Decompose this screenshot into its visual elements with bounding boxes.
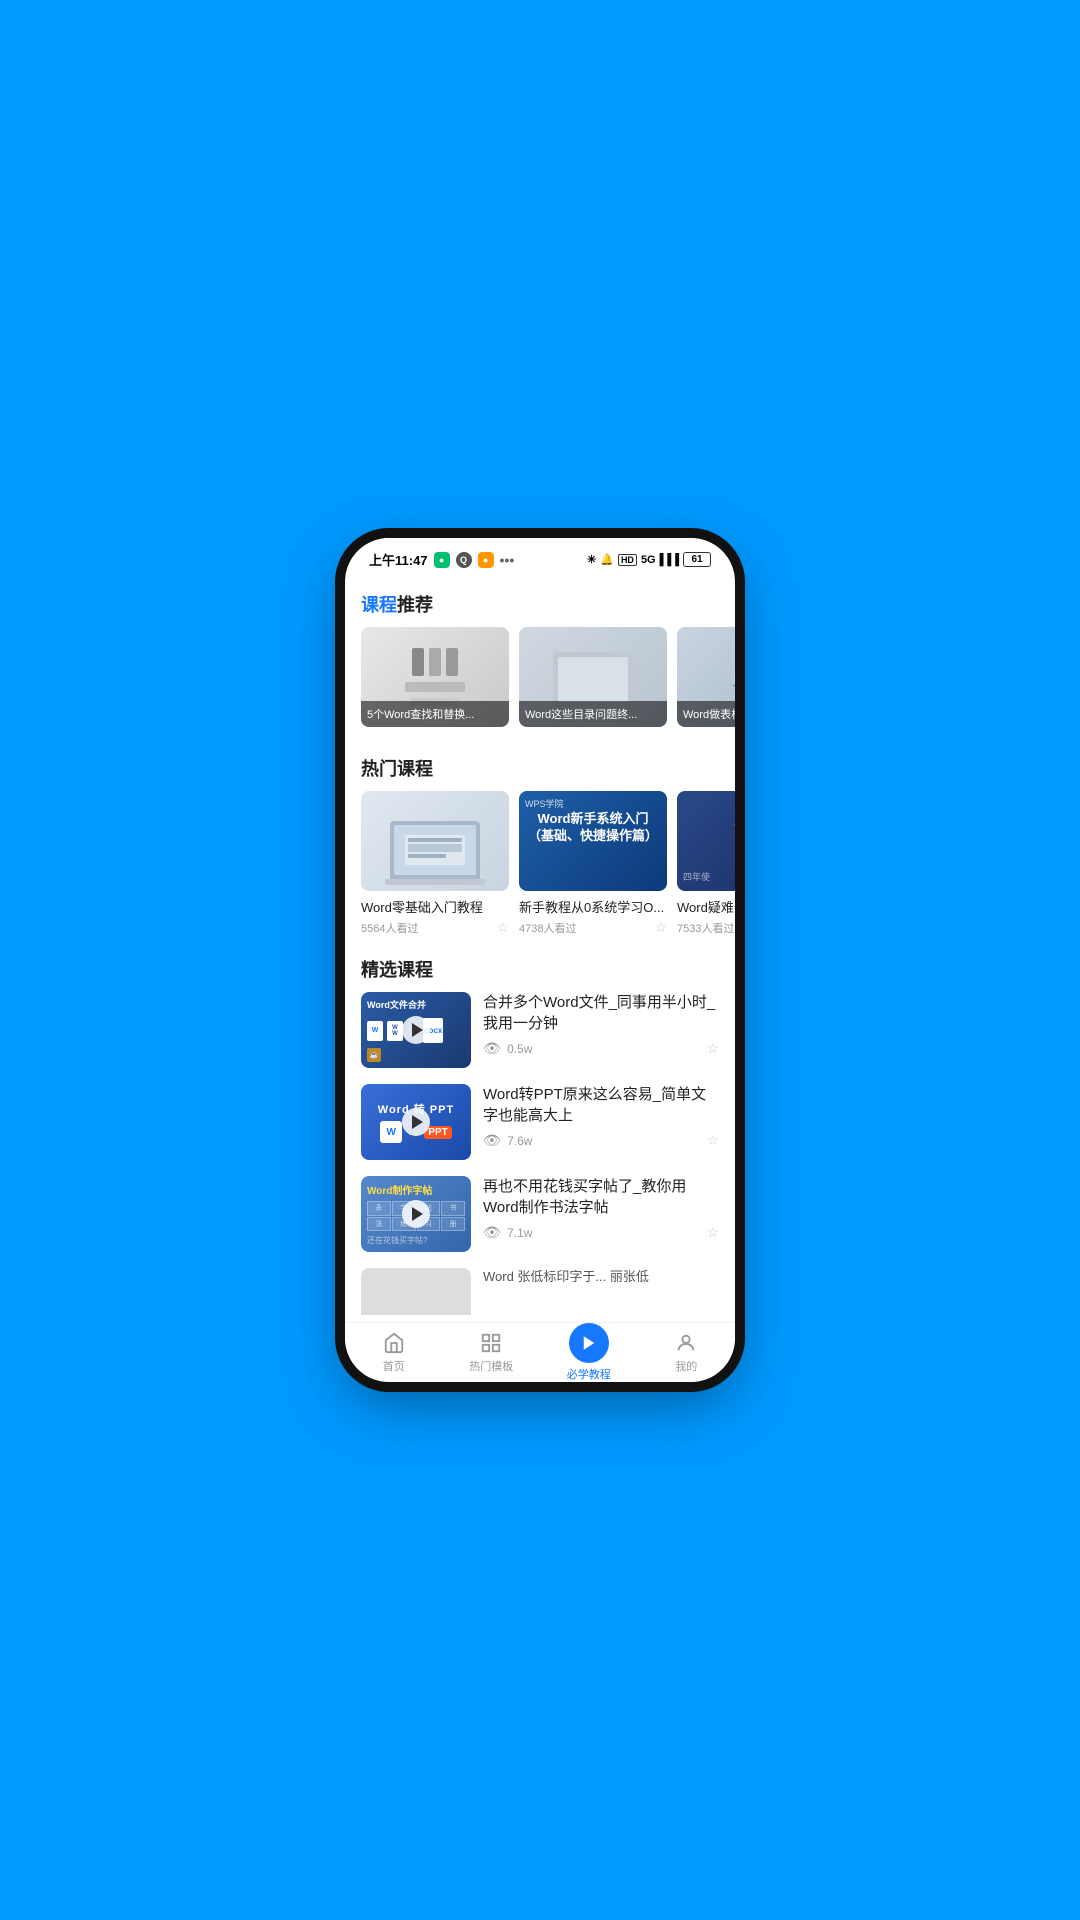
app-icon-green: ● <box>434 552 450 568</box>
hot-courses-header: 热门课程 <box>345 739 735 791</box>
app-icon-orange: ● <box>478 552 494 568</box>
scroll-area[interactable]: 课程推荐 5个Word查找和替换... <box>345 575 735 1315</box>
nav-profile[interactable]: 我的 <box>638 1331 736 1374</box>
selected-item-1-title: 合并多个Word文件_同事用半小时_我用一分钟 <box>483 992 719 1034</box>
rec-card-1[interactable]: 5个Word查找和替换... <box>361 627 509 727</box>
view-icon-3: 👁 <box>483 1224 501 1240</box>
profile-icon <box>674 1331 698 1355</box>
selected-header: 精选课程 <box>345 940 735 992</box>
phone-shell: 上午11:47 ● Q ● ••• ✳ 🔔 HD 5G▐▐▐ 61 课程推荐 <box>345 538 735 1382</box>
merge-thumb-title: Word文件合并 <box>367 998 465 1011</box>
hot-card-3-title: Word疑难杂... <box>677 897 735 916</box>
selected-item-3[interactable]: Word制作字帖 永 字 帖 书 法 练 习 册 还在花钱买字帖? <box>361 1176 719 1252</box>
status-bar: 上午11:47 ● Q ● ••• ✳ 🔔 HD 5G▐▐▐ 61 <box>345 538 735 575</box>
home-icon <box>382 1331 406 1355</box>
signal-icon: 5G▐▐▐ <box>641 554 679 566</box>
word-sub-label: 四年使 <box>683 870 710 883</box>
cal-subtitle: 还在花钱买字帖? <box>367 1235 465 1246</box>
recommended-header: 课程推荐 <box>345 575 735 627</box>
template-icon <box>479 1331 503 1355</box>
nav-home[interactable]: 首页 <box>345 1331 443 1374</box>
selected-item-2[interactable]: Word 转 PPT W → PPT Word转PPT原来这么容易_简单文字也能… <box>361 1084 719 1160</box>
rec-card-3[interactable]: ⌨️ Word做表格，这 <box>677 627 735 727</box>
hd-icon: HD <box>618 554 637 566</box>
hot-card-2-title: 新手教程从0系统学习O... <box>519 897 667 916</box>
selected-item-3-title: 再也不用花钱买字帖了_教你用Word制作书法字帖 <box>483 1176 719 1218</box>
hot-scroll[interactable]: Word零基础入门教程 5564人看过 ☆ WPS学院 Word新手系统入门（基… <box>345 791 735 940</box>
mute-icon: 🔔 <box>600 553 614 566</box>
tutorials-active-circle <box>569 1323 609 1363</box>
rec-card-3-title: Word做表格，这 <box>677 701 735 727</box>
hot-card-3-views: 7533人看过 <box>677 920 734 936</box>
selected-item-2-star[interactable]: ☆ <box>706 1132 719 1149</box>
selected-list: Word文件合并 W WW → docx ☕ <box>345 992 735 1315</box>
rec-card-1-title: 5个Word查找和替换... <box>361 701 509 727</box>
nav-templates-label: 热门模板 <box>469 1358 513 1374</box>
selected-item-1[interactable]: Word文件合并 W WW → docx ☕ <box>361 992 719 1068</box>
rec-card-2[interactable]: Word这些目录问题终... <box>519 627 667 727</box>
hot-card-2-star[interactable]: ☆ <box>654 919 667 936</box>
wps-card-title: Word新手系统入门（基础、快捷操作篇） <box>527 811 659 845</box>
selected-item-3-views: 7.1w <box>507 1226 532 1240</box>
play-button-2[interactable] <box>402 1108 430 1136</box>
play-button-1[interactable] <box>402 1016 430 1044</box>
qq-icon: Q <box>456 552 472 568</box>
recommended-scroll[interactable]: 5个Word查找和替换... Word这些目录问题终... ⌨️ Word做表格… <box>345 627 735 739</box>
cal-thumb-title: Word制作字帖 <box>367 1182 465 1197</box>
nav-templates[interactable]: 热门模板 <box>443 1331 541 1374</box>
selected-item-1-views: 0.5w <box>507 1042 532 1056</box>
nav-tutorials[interactable]: 必学教程 <box>540 1323 638 1382</box>
hot-card-3[interactable]: W Word &疑难 四年使 Word疑难杂... 7533人看过 ☆ <box>677 791 735 936</box>
hot-card-2-views: 4738人看过 <box>519 920 576 936</box>
selected-item-4-title: Word 张低标印字于... 丽张低 <box>483 1268 719 1286</box>
hot-card-1-star[interactable]: ☆ <box>496 919 509 936</box>
wps-brand-label: WPS学院 <box>525 797 564 810</box>
view-icon-1: 👁 <box>483 1040 501 1056</box>
nav-tutorials-label: 必学教程 <box>567 1366 611 1382</box>
bluetooth-icon: ✳ <box>587 553 596 566</box>
hot-card-1[interactable]: Word零基础入门教程 5564人看过 ☆ <box>361 791 509 936</box>
hot-card-1-views: 5564人看过 <box>361 920 418 936</box>
selected-item-4[interactable]: Word 张低标印字于... 丽张低 <box>361 1268 719 1315</box>
selected-item-3-star[interactable]: ☆ <box>706 1224 719 1241</box>
play-button-3[interactable] <box>402 1200 430 1228</box>
rec-card-2-title: Word这些目录问题终... <box>519 701 667 727</box>
bottom-nav: 首页 热门模板 必学教程 <box>345 1322 735 1382</box>
battery-indicator: 61 <box>683 552 711 567</box>
nav-profile-label: 我的 <box>675 1358 697 1374</box>
selected-item-2-title: Word转PPT原来这么容易_简单文字也能高大上 <box>483 1084 719 1126</box>
time: 上午11:47 <box>369 550 428 569</box>
hot-card-1-title: Word零基础入门教程 <box>361 897 509 916</box>
view-icon-2: 👁 <box>483 1132 501 1148</box>
hot-card-2[interactable]: WPS学院 Word新手系统入门（基础、快捷操作篇） 新手教程从0系统学习O..… <box>519 791 667 936</box>
selected-item-2-views: 7.6w <box>507 1134 532 1148</box>
nav-home-label: 首页 <box>383 1358 405 1374</box>
selected-item-1-star[interactable]: ☆ <box>706 1040 719 1057</box>
dots-icon: ••• <box>500 552 515 568</box>
